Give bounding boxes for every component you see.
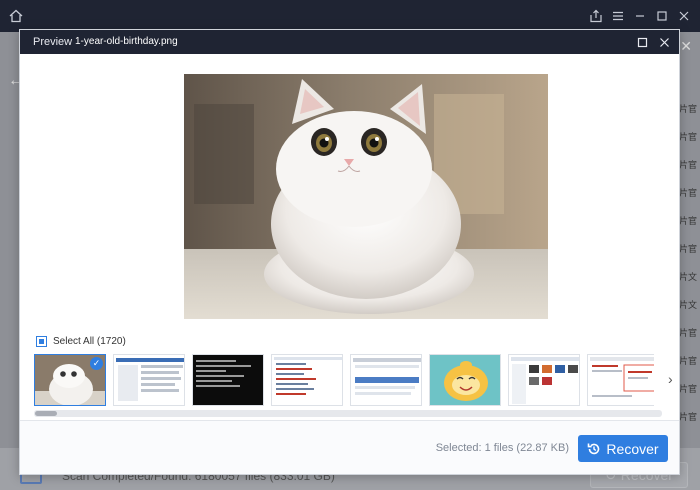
close-icon[interactable]: [676, 8, 692, 24]
thumbnail-strip: ✓: [34, 354, 654, 406]
thumbnail-error-dialog-screenshot[interactable]: [587, 354, 654, 406]
dialog-footer: Selected: 1 files (22.87 KB) Recover: [20, 420, 679, 474]
select-all-control[interactable]: Select All (1720): [36, 336, 126, 347]
preview-filename: 1-year-old-birthday.png: [75, 36, 178, 47]
recover-label: Recover: [606, 440, 659, 457]
restore-icon: [587, 442, 601, 456]
select-all-label: Select All (1720): [53, 336, 126, 347]
thumbnail-scrollbar[interactable]: [34, 410, 662, 417]
thumbnail-explorer-screenshot[interactable]: [508, 354, 580, 406]
maximize-icon[interactable]: [654, 8, 670, 24]
thumbnail-dialog-screenshot[interactable]: [113, 354, 185, 406]
selected-files-status: Selected: 1 files (22.87 KB): [435, 442, 569, 454]
chevron-right-icon[interactable]: ›: [668, 371, 673, 387]
preview-image: [184, 74, 548, 319]
thumbnail-window-screenshot[interactable]: [350, 354, 422, 406]
maximize-icon[interactable]: [634, 34, 650, 50]
dialog-header: Preview 1-year-old-birthday.png: [20, 30, 679, 54]
scrollbar-thumb[interactable]: [35, 411, 57, 416]
recover-button[interactable]: Recover: [578, 435, 668, 462]
back-close-icon[interactable]: ✕: [680, 38, 692, 55]
thumbnail-file-list-screenshot[interactable]: [271, 354, 343, 406]
app-title-bar: [0, 0, 700, 32]
menu-icon[interactable]: [610, 8, 626, 24]
home-icon[interactable]: [8, 8, 24, 24]
close-icon[interactable]: [656, 34, 672, 50]
thumbnail-terminal-screenshot[interactable]: [192, 354, 264, 406]
thumbnail-cartoon-smiley[interactable]: [429, 354, 501, 406]
select-all-checkbox[interactable]: [36, 336, 47, 347]
checkmark-icon: ✓: [90, 357, 103, 370]
share-icon[interactable]: [588, 8, 604, 24]
preview-area: [20, 54, 679, 358]
thumbnail-cat-photo[interactable]: ✓: [34, 354, 106, 406]
minimize-icon[interactable]: [632, 8, 648, 24]
dialog-title: Preview: [33, 36, 73, 48]
preview-dialog: Preview 1-year-old-birthday.png Select A…: [19, 29, 680, 475]
